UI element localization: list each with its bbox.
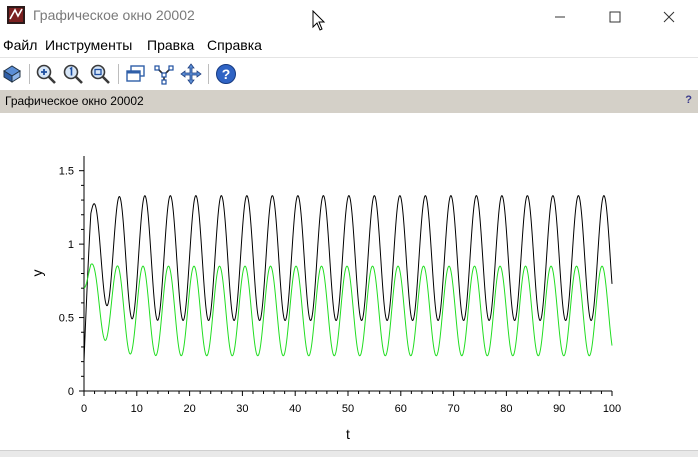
minimize-button[interactable] xyxy=(537,0,583,33)
series-line-2 xyxy=(83,263,613,357)
x-tick-label: 80 xyxy=(500,403,512,415)
figure-title-bar: Графическое окно 20002 ? xyxy=(0,90,698,113)
menu-tools[interactable]: Инструменты xyxy=(45,37,132,53)
svg-text:?: ? xyxy=(222,66,231,82)
figure-title: Графическое окно 20002 xyxy=(5,94,144,108)
zoom-region-button[interactable] xyxy=(88,62,112,86)
rotate-icon xyxy=(3,65,21,83)
plot-area[interactable]: 0 10 20 30 40 50 60 70 80 90 100 0 0.5 1 1.5 t y xyxy=(0,113,698,449)
menu-edit[interactable]: Правка xyxy=(147,37,194,53)
window-icon xyxy=(126,65,145,82)
title-bar: Графическое окно 20002 xyxy=(0,0,698,33)
x-tick-label: 70 xyxy=(447,403,459,415)
toolbar-separator xyxy=(208,64,209,84)
x-tick-label: 30 xyxy=(236,403,248,415)
y-tick-label: 1.5 xyxy=(59,166,74,178)
x-tick-label: 90 xyxy=(553,403,565,415)
axes: 0 10 20 30 40 50 60 70 80 90 100 0 0.5 1 1.5 xyxy=(59,156,621,415)
x-tick-label: 10 xyxy=(131,403,143,415)
toolbar-separator xyxy=(118,64,119,84)
y-tick-label: 0.5 xyxy=(59,313,74,325)
zoom-region-icon xyxy=(90,64,110,84)
x-tick-label: 20 xyxy=(183,403,195,415)
datatip-icon xyxy=(154,65,174,85)
x-tick-label: 50 xyxy=(342,403,354,415)
mouse-cursor-icon xyxy=(312,10,326,31)
zoom-original-icon xyxy=(63,64,83,84)
datatip-button[interactable] xyxy=(152,62,176,86)
close-icon xyxy=(663,11,675,22)
line-chart[interactable]: 0 10 20 30 40 50 60 70 80 90 100 0 0.5 1 1.5 t y xyxy=(0,113,698,449)
maximize-icon xyxy=(609,11,621,22)
y-tick-label: 1 xyxy=(68,239,74,251)
menu-help[interactable]: Справка xyxy=(207,37,262,53)
help-button[interactable]: ? xyxy=(214,62,238,86)
menu-bar: Файл Инструменты Правка Справка xyxy=(0,35,698,57)
window-button[interactable] xyxy=(124,62,148,86)
scilab-app-icon xyxy=(7,6,25,24)
help-icon: ? xyxy=(216,64,236,84)
y-tick-label: 0 xyxy=(68,386,74,398)
x-tick-label: 100 xyxy=(603,403,621,415)
toolbar-separator xyxy=(29,64,30,84)
x-tick-label: 60 xyxy=(395,403,407,415)
y-axis-label: y xyxy=(29,270,45,277)
minimize-icon xyxy=(555,16,565,17)
window-title: Графическое окно 20002 xyxy=(33,7,195,23)
menu-file[interactable]: Файл xyxy=(3,37,37,53)
zoom-in-icon xyxy=(36,64,56,84)
maximize-button[interactable] xyxy=(592,0,638,33)
pan-button[interactable] xyxy=(179,62,203,86)
close-button[interactable] xyxy=(646,0,692,33)
zoom-original-button[interactable] xyxy=(61,62,85,86)
x-tick-label: 0 xyxy=(81,403,87,415)
zoom-in-button[interactable] xyxy=(34,62,58,86)
x-tick-label: 40 xyxy=(289,403,301,415)
rotate-button[interactable] xyxy=(0,62,24,86)
context-help-icon[interactable]: ? xyxy=(685,94,692,106)
x-axis-label: t xyxy=(346,426,350,442)
series-line-1 xyxy=(83,195,613,362)
pan-icon xyxy=(180,63,202,85)
toolbar: ? xyxy=(0,57,698,91)
series-group xyxy=(83,195,613,362)
